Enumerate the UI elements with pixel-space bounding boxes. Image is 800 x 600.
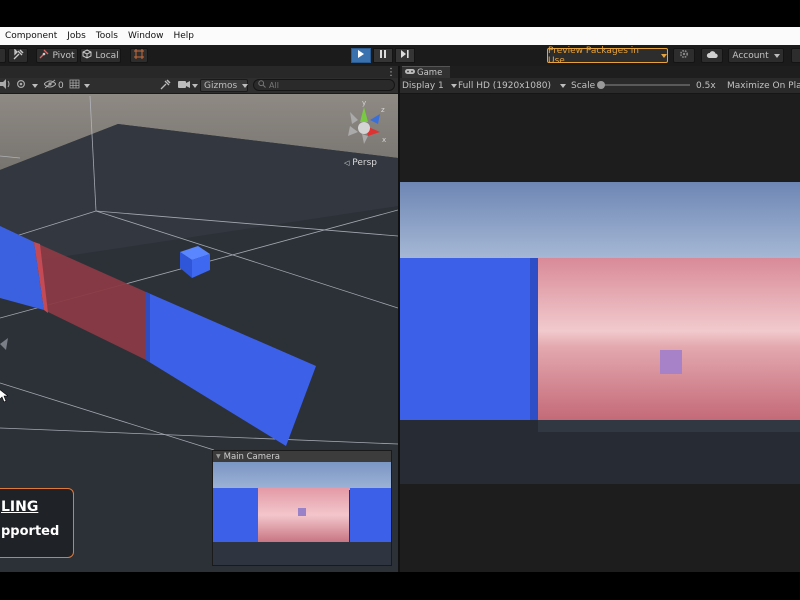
play-icon — [357, 50, 365, 61]
effects-icon — [16, 79, 28, 92]
scale-value: 0.5x — [696, 80, 716, 91]
cloud-icon — [706, 50, 718, 62]
toolbar-edge-button[interactable] — [0, 48, 6, 63]
grid-snapping-button[interactable] — [130, 48, 148, 63]
chevron-down-icon — [661, 53, 667, 58]
visibility-count: 0 — [58, 80, 64, 91]
maximize-on-play-toggle[interactable]: Maximize On Play — [727, 81, 800, 91]
scale-slider[interactable] — [597, 81, 690, 89]
game-tab-strip: Game — [400, 66, 800, 78]
scale-label: Scale — [571, 80, 596, 91]
chevron-down-icon — [773, 53, 780, 58]
scene-search-input[interactable]: All — [253, 79, 395, 91]
top-letterbox — [0, 0, 800, 27]
local-toggle[interactable]: Local — [80, 48, 121, 63]
scene-visibility-toggle[interactable]: 0 — [43, 79, 64, 92]
grid-icon — [69, 79, 80, 92]
orientation-gizmo[interactable]: y z x — [334, 98, 394, 158]
gizmos-dropdown[interactable]: Gizmos — [200, 79, 249, 92]
scene-view[interactable]: ⋮ 0 Gizmos All y z x ◁ Persp LING pporte… — [0, 66, 398, 572]
game-render — [400, 182, 800, 484]
pivot-icon — [39, 49, 49, 62]
account-label: Account — [732, 50, 769, 61]
grid-dropdown[interactable] — [69, 79, 90, 92]
tab-game[interactable]: Game — [402, 66, 450, 78]
settings-button[interactable] — [673, 48, 695, 63]
game-view[interactable]: Game Display 1 Full HD (1920x1080) Scale… — [400, 66, 800, 572]
menu-item-component[interactable]: Component — [0, 31, 62, 41]
display-label: Display 1 — [402, 80, 444, 91]
cube-icon — [82, 49, 92, 62]
pivot-toggle[interactable]: Pivot — [36, 48, 78, 63]
menu-item-tools[interactable]: Tools — [91, 31, 123, 41]
audio-toggle[interactable] — [0, 79, 12, 92]
tools-icon — [13, 47, 24, 63]
cloud-button[interactable] — [701, 48, 723, 63]
menu-item-jobs[interactable]: Jobs — [62, 31, 91, 41]
projection-toggle[interactable]: ◁ Persp — [344, 158, 377, 168]
chevron-down-icon — [450, 83, 457, 88]
game-tab-label: Game — [417, 67, 443, 78]
menu-bar: Component Jobs Tools Window Help — [0, 27, 800, 45]
transform-tools-button[interactable] — [8, 47, 28, 63]
camera-dropdown[interactable] — [178, 79, 198, 92]
layers-dropdown[interactable] — [791, 48, 800, 63]
bottom-letterbox — [0, 572, 800, 600]
chevron-down-icon — [192, 83, 198, 88]
collapse-arrow-icon[interactable]: ▼ — [216, 453, 221, 460]
pause-icon — [379, 50, 387, 61]
tools-overlay-button[interactable] — [160, 78, 171, 93]
pivot-label: Pivot — [52, 50, 75, 61]
speaker-icon — [0, 79, 12, 92]
gear-icon — [679, 49, 689, 62]
notice-overlay: LING pported — [0, 488, 74, 558]
menu-item-help[interactable]: Help — [169, 31, 200, 41]
display-dropdown[interactable]: Display 1 — [402, 81, 457, 91]
gizmo-x-label: x — [382, 136, 386, 144]
camera-preview-image — [213, 462, 391, 565]
chevron-down-icon — [84, 83, 90, 88]
tools-icon — [160, 78, 171, 93]
game-toolbar: Display 1 Full HD (1920x1080) Scale 0.5x… — [400, 78, 800, 94]
game-controller-icon — [405, 68, 415, 78]
perspective-label: Persp — [352, 158, 378, 168]
camera-icon — [178, 80, 190, 92]
hidden-eye-icon — [43, 79, 57, 92]
step-button[interactable] — [395, 48, 415, 63]
local-label: Local — [95, 50, 119, 61]
account-dropdown[interactable]: Account — [728, 48, 784, 63]
main-toolbar: Pivot Local Preview Packages in Use Acco… — [0, 45, 800, 67]
menu-item-window[interactable]: Window — [123, 31, 169, 41]
pause-button[interactable] — [373, 48, 393, 63]
gizmos-label: Gizmos — [204, 80, 238, 91]
play-button[interactable] — [351, 48, 371, 63]
resolution-label: Full HD (1920x1080) — [458, 80, 551, 91]
chevron-down-icon — [559, 83, 566, 88]
notice-line-1: LING — [1, 499, 39, 515]
step-icon — [401, 50, 409, 61]
preview-packages-button[interactable]: Preview Packages in Use — [547, 45, 668, 66]
notice-line-2: pported — [1, 524, 60, 539]
camera-preview-title: Main Camera — [223, 451, 280, 462]
search-icon — [258, 80, 266, 90]
perspective-icon: ◁ — [344, 159, 350, 167]
chevron-down-icon — [32, 83, 38, 88]
mouse-cursor-icon — [0, 389, 8, 403]
effects-dropdown[interactable] — [16, 79, 38, 92]
scale-slider-handle[interactable] — [597, 81, 605, 89]
gizmo-z-label: z — [381, 106, 385, 114]
chevron-down-icon — [242, 83, 249, 88]
camera-preview: ▼ Main Camera — [212, 450, 392, 566]
preview-packages-label: Preview Packages in Use — [548, 45, 639, 66]
gizmo-y-label: y — [362, 99, 366, 107]
resolution-dropdown[interactable]: Full HD (1920x1080) — [458, 81, 566, 91]
more-options-icon[interactable]: ⋮ — [386, 67, 396, 78]
search-placeholder: All — [269, 80, 279, 90]
scene-toolbar: 0 Gizmos All — [0, 78, 398, 94]
grid-snap-icon — [134, 49, 144, 62]
camera-preview-header: ▼ Main Camera — [213, 451, 391, 462]
